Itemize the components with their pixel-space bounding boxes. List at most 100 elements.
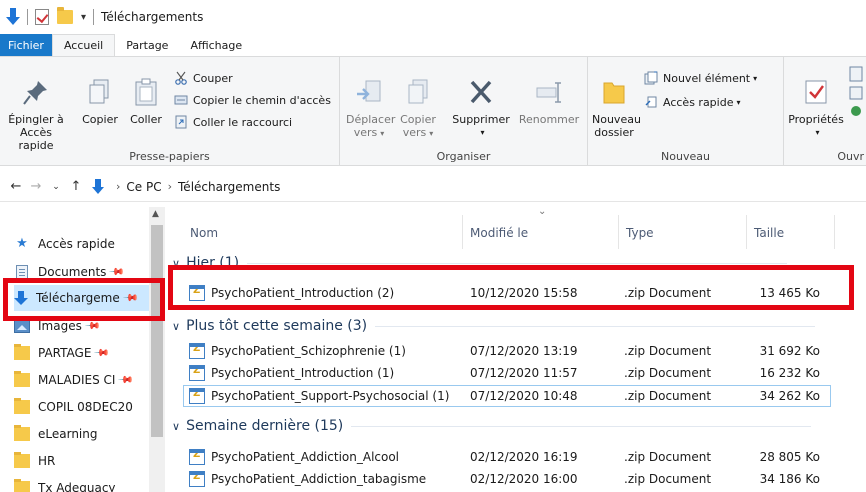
column-header-type[interactable]: Type bbox=[626, 215, 746, 251]
pin-icon[interactable]: 📌 bbox=[93, 345, 110, 362]
dropdown-arrow-icon: ▾ bbox=[753, 73, 758, 83]
column-header-modified[interactable]: Modifié le bbox=[470, 215, 610, 251]
file-name: PsychoPatient_Introduction (1) bbox=[211, 366, 395, 380]
scrollbar-thumb[interactable] bbox=[151, 225, 163, 437]
separator bbox=[27, 9, 28, 25]
pin-icon[interactable]: 📌 bbox=[117, 372, 134, 389]
scroll-up-arrow-icon[interactable]: ▲ bbox=[152, 209, 159, 219]
new-folder-icon[interactable] bbox=[57, 7, 73, 24]
zip-file-icon bbox=[189, 471, 205, 487]
column-header-size[interactable]: Taille bbox=[754, 215, 834, 251]
new-folder-label-line1: Nouveau bbox=[592, 113, 641, 126]
rename-button[interactable]: Renommer bbox=[516, 77, 582, 126]
ribbon: Épingler à Accès rapide Copier Coller Co… bbox=[0, 56, 866, 166]
organize-group-label: Organiser bbox=[436, 150, 491, 163]
breadcrumb-separator-icon[interactable]: › bbox=[168, 180, 172, 193]
tab-home[interactable]: Accueil bbox=[51, 34, 116, 56]
breadcrumb-separator-icon[interactable]: › bbox=[116, 180, 120, 193]
nav-item-tx-adequacy[interactable]: Tx Adequacy bbox=[14, 475, 149, 492]
title-bar: ▾ Téléchargements bbox=[0, 0, 866, 34]
new-item-button[interactable]: Nouvel élément ▾ bbox=[644, 71, 757, 85]
nav-item-images[interactable]: Images 📌 bbox=[14, 313, 149, 339]
copy-to-button[interactable]: Copier vers ▾ bbox=[398, 77, 438, 140]
paste-shortcut-button[interactable]: Coller le raccourci bbox=[174, 115, 292, 129]
file-modified: 02/12/2020 16:00 bbox=[470, 472, 578, 486]
collapse-chevron-icon[interactable]: ∨ bbox=[172, 320, 180, 333]
tab-view[interactable]: Affichage bbox=[179, 34, 253, 56]
up-arrow-icon[interactable]: ↑ bbox=[66, 179, 86, 194]
back-arrow-icon[interactable]: ← bbox=[6, 179, 26, 194]
properties-button[interactable]: Propriétés ▾ bbox=[788, 77, 844, 139]
file-modified: 07/12/2020 10:48 bbox=[470, 389, 578, 403]
nav-item-partage[interactable]: PARTAGE 📌 bbox=[14, 340, 149, 366]
nav-item-downloads[interactable]: Téléchargeme 📌 bbox=[14, 285, 149, 311]
file-row[interactable]: PsychoPatient_Introduction (2) 10/12/202… bbox=[184, 283, 830, 303]
new-folder-button[interactable]: Nouveau dossier bbox=[592, 77, 641, 139]
delete-x-icon bbox=[466, 77, 496, 107]
folder-icon bbox=[14, 479, 30, 492]
copy-label: Copier bbox=[82, 113, 118, 126]
copy-button[interactable]: Copier bbox=[80, 77, 120, 126]
window-title: Téléchargements bbox=[101, 10, 204, 24]
pin-label-line1: Épingler à bbox=[8, 113, 64, 126]
delete-button[interactable]: Supprimer ▾ bbox=[448, 77, 514, 139]
download-icon[interactable] bbox=[6, 8, 20, 26]
file-modified: 07/12/2020 11:57 bbox=[470, 366, 578, 380]
file-row[interactable]: PsychoPatient_Introduction (1) 07/12/202… bbox=[184, 363, 830, 383]
group-header-yesterday[interactable]: ∨ Hier (1) bbox=[172, 253, 788, 273]
easy-access-button[interactable]: Accès rapide ▾ bbox=[644, 95, 741, 109]
file-row[interactable]: PsychoPatient_Addiction_Alcool 02/12/202… bbox=[184, 447, 830, 467]
nav-item-copil[interactable]: COPIL 08DEC20 bbox=[14, 394, 149, 420]
new-folder-label-line2: dossier bbox=[594, 126, 634, 139]
file-row[interactable]: PsychoPatient_Schizophrenie (1) 07/12/20… bbox=[184, 341, 830, 361]
tab-share[interactable]: Partage bbox=[115, 34, 179, 56]
copy-path-button[interactable]: Copier le chemin d'accès bbox=[174, 93, 331, 107]
file-row[interactable]: PsychoPatient_Addiction_tabagisme 02/12/… bbox=[184, 469, 830, 489]
file-size: 13 465 Ko bbox=[759, 286, 820, 300]
nav-item-quick-access[interactable]: ★ Accès rapide bbox=[14, 231, 149, 257]
breadcrumb-downloads[interactable]: Téléchargements bbox=[178, 180, 280, 194]
collapse-chevron-icon[interactable]: ∨ bbox=[172, 420, 180, 433]
breadcrumb[interactable]: › Ce PC › Téléchargements bbox=[92, 178, 280, 195]
cut-button[interactable]: Couper bbox=[174, 71, 233, 85]
move-to-icon bbox=[354, 77, 384, 107]
pin-icon[interactable]: 📌 bbox=[84, 318, 101, 335]
move-to-button[interactable]: Déplacer vers ▾ bbox=[346, 77, 395, 140]
nav-item-elearning[interactable]: eLearning bbox=[14, 421, 149, 447]
group-header-last-week[interactable]: ∨ Semaine dernière (15) bbox=[172, 416, 812, 436]
nav-item-hr[interactable]: HR bbox=[14, 448, 149, 474]
rename-label: Renommer bbox=[518, 113, 580, 126]
file-list: ⌄ Nom Modifié le Type Taille ∨ Hier (1) … bbox=[166, 203, 866, 492]
zip-file-icon bbox=[189, 365, 205, 381]
properties-check-icon[interactable] bbox=[35, 9, 49, 25]
paste-button[interactable]: Coller bbox=[126, 77, 166, 126]
nav-item-maladies[interactable]: MALADIES CI 📌 bbox=[14, 367, 149, 393]
group-header-earlier-this-week[interactable]: ∨ Plus tôt cette semaine (3) bbox=[172, 316, 816, 336]
column-divider[interactable] bbox=[834, 215, 835, 249]
dropdown-arrow-icon: ▾ bbox=[429, 129, 434, 138]
pin-icon[interactable]: 📌 bbox=[108, 264, 125, 281]
collapse-chevron-icon[interactable]: ∨ bbox=[172, 257, 180, 270]
nav-scrollbar[interactable]: ▲ bbox=[149, 207, 165, 492]
group-label: Semaine dernière (15) bbox=[186, 418, 344, 434]
breadcrumb-this-pc[interactable]: Ce PC bbox=[126, 180, 161, 194]
file-type: .zip Document bbox=[624, 344, 712, 358]
column-header-name[interactable]: Nom bbox=[190, 215, 460, 251]
recent-locations-chevron-icon[interactable]: ⌄ bbox=[46, 182, 66, 192]
cut-label: Couper bbox=[193, 71, 233, 85]
pin-icon[interactable]: 📌 bbox=[122, 290, 139, 307]
file-modified: 10/12/2020 15:58 bbox=[470, 286, 578, 300]
column-divider[interactable] bbox=[746, 215, 747, 249]
copy-to-label-line2: vers bbox=[402, 126, 427, 139]
pin-quick-access-button[interactable]: Épingler à Accès rapide bbox=[4, 77, 68, 152]
column-divider[interactable] bbox=[462, 215, 463, 249]
nav-item-label: Images bbox=[38, 319, 82, 333]
customize-toolbar-chevron-icon[interactable]: ▾ bbox=[81, 12, 86, 23]
file-row[interactable]: PsychoPatient_Support-Psychosocial (1) 0… bbox=[183, 385, 831, 407]
copy-path-label: Copier le chemin d'accès bbox=[193, 93, 331, 107]
column-divider[interactable] bbox=[618, 215, 619, 249]
delete-label: Supprimer bbox=[452, 113, 510, 126]
forward-arrow-icon[interactable]: → bbox=[26, 179, 46, 194]
nav-item-documents[interactable]: Documents 📌 bbox=[14, 259, 149, 285]
tab-file[interactable]: Fichier bbox=[0, 34, 52, 56]
